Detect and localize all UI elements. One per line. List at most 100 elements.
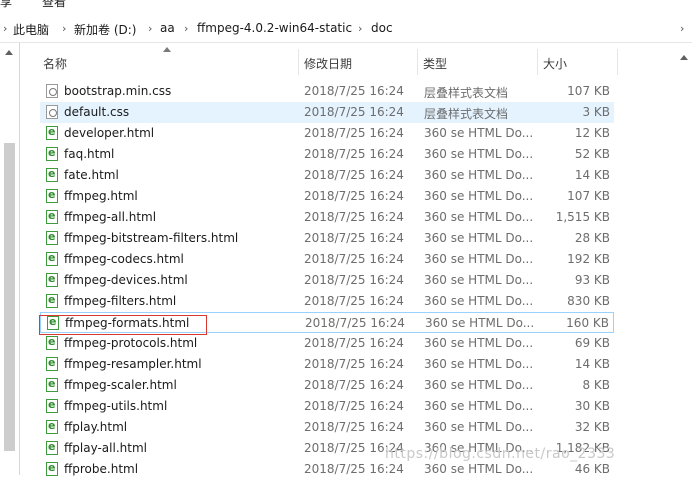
file-type: 360 se HTML Do... <box>424 378 534 392</box>
scroll-up-icon[interactable] <box>680 55 688 60</box>
file-name: developer.html <box>64 126 155 140</box>
file-date-modified: 2018/7/25 16:24 <box>304 462 404 476</box>
file-row[interactable]: ffmpeg-bitstream-filters.html 2018/7/25 1… <box>40 228 614 249</box>
address-bar[interactable]: › 此电脑 › 新加卷 (D:) › aa › ffmpeg-4.0.2-win… <box>0 16 692 43</box>
file-size: 14 KB <box>574 168 610 182</box>
file-type: 360 se HTML Do... <box>424 357 534 371</box>
html-file-icon <box>46 272 58 287</box>
file-row[interactable]: ffmpeg-protocols.html 2018/7/25 16:24 360 … <box>40 333 614 354</box>
file-name: ffmpeg-resampler.html <box>64 357 202 371</box>
file-type: 360 se HTML Do... <box>424 294 534 308</box>
file-row[interactable]: fate.html 2018/7/25 16:24 360 se HTML Do..… <box>40 165 614 186</box>
file-date-modified: 2018/7/25 16:24 <box>304 378 404 392</box>
file-type: 层叠样式表文档 <box>424 107 509 121</box>
breadcrumb-drive-d[interactable]: 新加卷 (D:) <box>74 21 136 38</box>
file-date-modified: 2018/7/25 16:24 <box>304 105 404 119</box>
chevron-right-icon[interactable]: › <box>680 22 684 35</box>
scrollbar-thumb[interactable] <box>4 143 15 451</box>
ribbon-tab-share[interactable]: 享 <box>0 0 12 10</box>
file-type: 层叠样式表文档 <box>424 86 509 100</box>
chevron-right-icon[interactable]: › <box>358 22 362 35</box>
file-row[interactable]: ffmpeg-resampler.html 2018/7/25 16:24 360 … <box>40 354 614 375</box>
file-size: 8 KB <box>582 378 610 392</box>
html-file-icon <box>46 377 58 392</box>
breadcrumb-this-pc[interactable]: 此电脑 <box>13 21 49 38</box>
file-row[interactable]: ffmpeg-utils.html 2018/7/25 16:24 360 se H… <box>40 396 614 417</box>
file-size: 52 KB <box>574 147 610 161</box>
file-size: 160 KB <box>566 316 609 330</box>
file-date-modified: 2018/7/25 16:24 <box>304 84 404 98</box>
file-date-modified: 2018/7/25 16:24 <box>304 168 404 182</box>
breadcrumb-aa[interactable]: aa <box>160 21 175 35</box>
file-row[interactable]: ffplay.html 2018/7/25 16:24 360 se HTML Do… <box>40 417 614 438</box>
file-name: ffplay.html <box>64 420 128 434</box>
column-header-date[interactable]: 修改日期 <box>304 55 352 72</box>
file-date-modified: 2018/7/25 16:24 <box>304 147 404 161</box>
chevron-right-icon: › <box>3 22 8 35</box>
file-row[interactable]: ffmpeg-filters.html 2018/7/25 16:24 360 se… <box>40 291 614 312</box>
file-date-modified: 2018/7/25 16:24 <box>304 294 404 308</box>
file-type: 360 se HTML Do... <box>424 420 534 434</box>
file-row[interactable]: bootstrap.min.css 2018/7/25 16:24 层叠样式表文档 1… <box>40 81 614 102</box>
scroll-up-icon[interactable] <box>5 50 13 55</box>
sort-ascending-icon <box>163 47 171 52</box>
file-name: faq.html <box>64 147 115 161</box>
file-size: 93 KB <box>574 273 610 287</box>
file-date-modified: 2018/7/25 16:24 <box>304 336 404 350</box>
column-divider[interactable] <box>298 49 299 75</box>
file-size: 46 KB <box>574 462 610 476</box>
file-row[interactable]: ffmpeg-all.html 2018/7/25 16:24 360 se HTM… <box>40 207 614 228</box>
file-row[interactable]: developer.html 2018/7/25 16:24 360 se HTML… <box>40 123 614 144</box>
file-date-modified: 2018/7/25 16:24 <box>304 357 404 371</box>
file-date-modified: 2018/7/25 16:24 <box>304 126 404 140</box>
file-row[interactable]: ffmpeg-scaler.html 2018/7/25 16:24 360 se … <box>40 375 614 396</box>
file-type: 360 se HTML Do... <box>424 231 534 245</box>
column-header-name[interactable]: 名称 <box>43 55 67 72</box>
file-size: 830 KB <box>567 294 610 308</box>
column-divider[interactable] <box>537 49 538 75</box>
file-row[interactable]: faq.html 2018/7/25 16:24 360 se HTML Do...… <box>40 144 614 165</box>
chevron-right-icon[interactable]: › <box>62 22 66 35</box>
file-row[interactable]: ffmpeg.html 2018/7/25 16:24 360 se HTML Do… <box>40 186 614 207</box>
css-file-icon <box>46 105 58 119</box>
column-divider[interactable] <box>417 49 418 75</box>
html-file-icon <box>46 356 58 371</box>
navigation-pane-scrollbar[interactable] <box>0 43 20 475</box>
file-name: ffmpeg-scaler.html <box>64 378 177 392</box>
file-size: 107 KB <box>567 189 610 203</box>
file-type: 360 se HTML Do... <box>424 252 534 266</box>
file-name: ffmpeg-filters.html <box>64 294 177 308</box>
file-list-scrollbar[interactable] <box>675 43 692 475</box>
html-file-icon <box>46 293 58 308</box>
html-file-icon <box>46 230 58 245</box>
file-date-modified: 2018/7/25 16:24 <box>305 316 405 330</box>
html-file-icon <box>46 125 58 140</box>
html-file-icon <box>46 398 58 413</box>
column-header-size[interactable]: 大小 <box>543 55 567 72</box>
file-type: 360 se HTML Do... <box>424 189 534 203</box>
chevron-right-icon[interactable]: › <box>184 22 188 35</box>
file-name: ffprobe.html <box>64 462 139 476</box>
file-row[interactable]: ffprobe.html 2018/7/25 16:24 360 se HTML D… <box>40 459 614 480</box>
watermark-text: https://blog.csdn.net/rao_2333 <box>385 446 616 462</box>
file-type: 360 se HTML Do... <box>424 168 534 182</box>
file-date-modified: 2018/7/25 16:24 <box>304 273 404 287</box>
file-date-modified: 2018/7/25 16:24 <box>304 231 404 245</box>
file-row[interactable]: ffmpeg-devices.html 2018/7/25 16:24 360 se… <box>40 270 614 291</box>
breadcrumb-doc[interactable]: doc <box>371 21 393 35</box>
file-type: 360 se HTML Do... <box>424 126 534 140</box>
column-header-type[interactable]: 类型 <box>423 55 447 72</box>
file-date-modified: 2018/7/25 16:24 <box>304 210 404 224</box>
html-file-icon <box>46 146 58 161</box>
ribbon-tab-view[interactable]: 查看 <box>42 0 66 10</box>
chevron-right-icon[interactable]: › <box>148 22 152 35</box>
file-date-modified: 2018/7/25 16:24 <box>304 252 404 266</box>
file-type: 360 se HTML Do... <box>424 399 534 413</box>
file-size: 30 KB <box>574 399 610 413</box>
file-name: ffmpeg-codecs.html <box>64 252 184 266</box>
file-row[interactable]: default.css 2018/7/25 16:24 层叠样式表文档 3 KB <box>40 102 614 123</box>
breadcrumb-ffmpeg-folder[interactable]: ffmpeg-4.0.2-win64-static <box>197 21 352 35</box>
file-date-modified: 2018/7/25 16:24 <box>304 420 404 434</box>
column-divider[interactable] <box>617 49 618 75</box>
file-row[interactable]: ffmpeg-codecs.html 2018/7/25 16:24 360 se … <box>40 249 614 270</box>
